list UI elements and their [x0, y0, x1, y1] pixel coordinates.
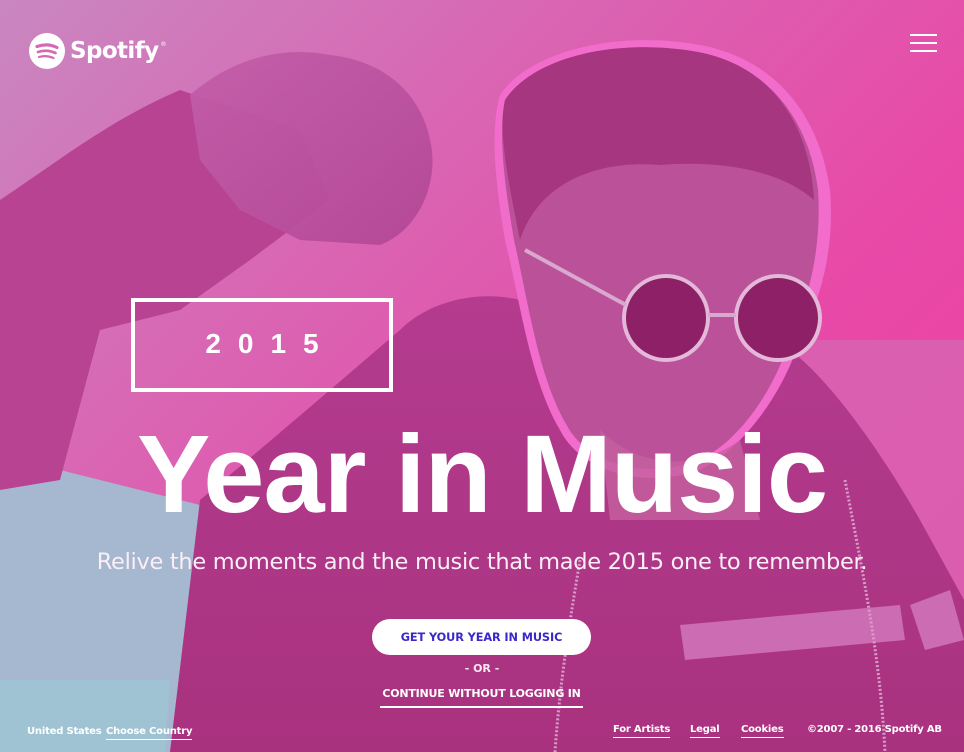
trademark-symbol: ® — [160, 41, 167, 48]
choose-country-link[interactable]: Choose Country — [106, 726, 192, 740]
footer-link-legal[interactable]: Legal — [690, 724, 720, 738]
menu-line — [910, 50, 937, 52]
menu-line — [910, 34, 937, 36]
page-title: Year in Music — [136, 413, 828, 536]
or-separator: - OR - — [464, 662, 500, 675]
get-year-in-music-button[interactable]: GET YOUR YEAR IN MUSIC — [372, 619, 591, 655]
spotify-logo[interactable]: Spotify ® — [29, 33, 167, 69]
spotify-wordmark: Spotify — [70, 37, 159, 64]
spotify-logo-icon — [29, 33, 65, 69]
current-country: United States — [27, 726, 102, 737]
continue-without-login-link[interactable]: CONTINUE WITHOUT LOGGING IN — [380, 687, 583, 708]
year-badge-text: 2015 — [205, 328, 336, 359]
copyright-text: ©2007 - 2016 Spotify AB — [807, 724, 942, 735]
menu-line — [910, 42, 937, 44]
year-badge: 2015 — [131, 298, 393, 392]
hamburger-menu-icon[interactable] — [910, 32, 937, 54]
footer-link-cookies[interactable]: Cookies — [741, 724, 784, 738]
footer-link-for-artists[interactable]: For Artists — [613, 724, 670, 738]
hero-subtitle: Relive the moments and the music that ma… — [96, 549, 868, 575]
